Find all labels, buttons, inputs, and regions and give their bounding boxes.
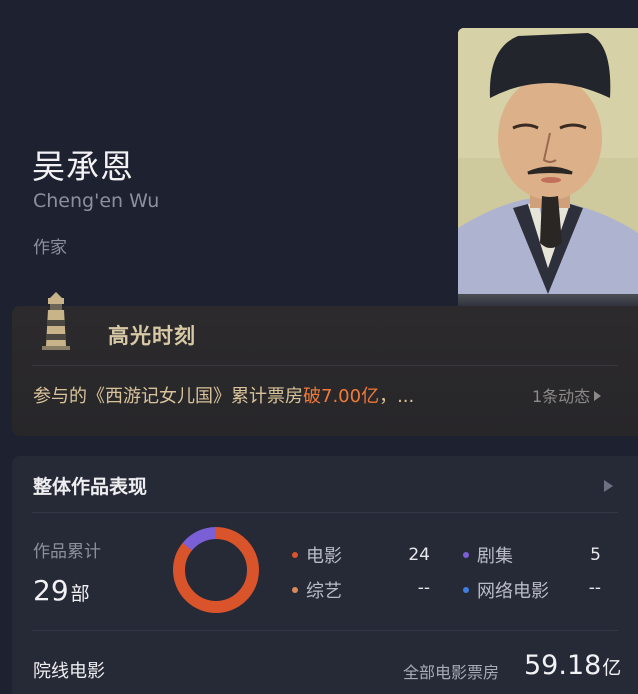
box-office-number: 59.18 [524, 650, 602, 681]
legend-dot-web-movie [463, 587, 469, 593]
highlight-text[interactable]: 参与的《西游记女儿国》累计票房破7.00亿，... [33, 382, 414, 408]
person-english-name: Cheng'en Wu [33, 190, 160, 212]
highlight-card[interactable] [12, 306, 638, 436]
legend-dot-movie [292, 552, 298, 558]
works-donut-chart [172, 527, 259, 613]
overview-divider [32, 512, 618, 513]
legend-item-web-movie: 网络电影 [463, 577, 549, 603]
works-total-count: 29 部 [33, 574, 90, 607]
highlight-more-label: 1条动态 [532, 387, 591, 406]
legend-value-web-movie: -- [588, 578, 601, 598]
box-office-value: 59.18亿 [524, 650, 621, 681]
highlight-divider [32, 365, 618, 366]
legend-value-movie: 24 [408, 545, 430, 565]
highlight-text-accent: 破7.00亿 [303, 386, 380, 407]
legend-value-drama: 5 [590, 545, 601, 565]
highlight-title: 高光时刻 [108, 324, 196, 348]
highlight-text-suffix: ，... [379, 386, 415, 407]
legend-item-movie: 电影 [292, 542, 342, 568]
person-portrait [458, 28, 638, 294]
overview-title: 整体作品表现 [33, 476, 148, 498]
overview-arrow-icon[interactable] [604, 477, 613, 496]
lighthouse-icon [38, 290, 74, 350]
person-role: 作家 [33, 238, 67, 258]
legend-dot-drama [463, 552, 469, 558]
legend-value-variety: -- [417, 578, 430, 598]
works-total-value: 29 [33, 574, 69, 607]
works-total-label: 作品累计 [33, 542, 101, 562]
cinema-movies-label: 院线电影 [33, 661, 105, 682]
box-office-label: 全部电影票房 [403, 663, 500, 682]
legend-label-drama: 剧集 [477, 546, 513, 567]
person-name: 吴承恩 [32, 147, 134, 186]
legend-dot-variety [292, 587, 298, 593]
play-arrow-icon [594, 391, 602, 401]
highlight-more-link[interactable]: 1条动态 [532, 383, 602, 407]
legend-label-web-movie: 网络电影 [477, 581, 549, 602]
legend-label-variety: 综艺 [306, 581, 342, 602]
legend-item-variety: 综艺 [292, 577, 342, 603]
legend-item-drama: 剧集 [463, 542, 513, 568]
box-office-unit: 亿 [602, 657, 622, 679]
legend-label-movie: 电影 [306, 546, 342, 567]
highlight-text-prefix: 参与的《西游记女儿国》累计票房 [33, 386, 303, 407]
cinema-divider [32, 630, 618, 631]
works-total-unit: 部 [70, 583, 90, 605]
